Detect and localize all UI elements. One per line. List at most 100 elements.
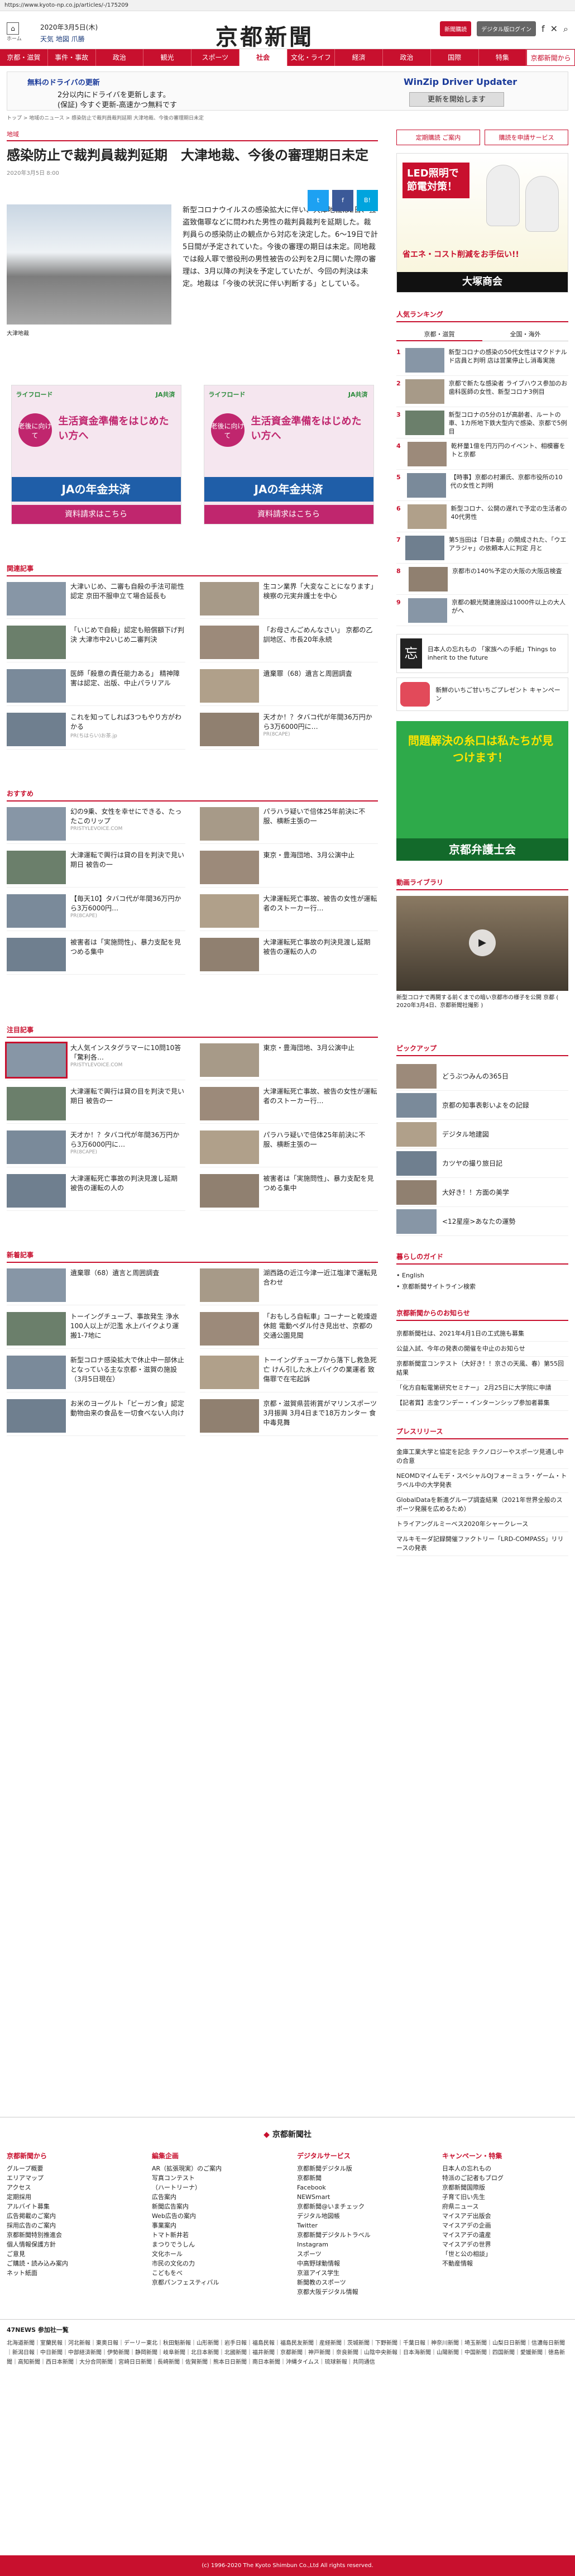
news-card[interactable]: 天才か！？タバコ代が年間36万円から3万6000円に… PR(8CAPE): [7, 1130, 185, 1167]
news-card[interactable]: 医師「殺意の責任能力ある」 精神障害は認定、出版、中止パラリアル: [7, 669, 185, 706]
news-headline[interactable]: 幻の9乗、女性を幸せにできる、たったこのリップ: [70, 807, 185, 826]
footer-link[interactable]: 不動産情報: [442, 2259, 565, 2268]
news-card[interactable]: これを知ってしれば3つもやり方がわかる PR(ちはらい)お茶.jp: [7, 713, 185, 750]
footer-link[interactable]: （ハートリーナ）: [152, 2183, 275, 2192]
footer-link[interactable]: エリアマップ: [7, 2173, 130, 2183]
footer-brand[interactable]: ◆ 京都新聞社: [0, 2117, 575, 2140]
footer-link[interactable]: ネット紙面: [7, 2268, 130, 2278]
news-card[interactable]: 天才か！？タバコ代が年間36万円から3万6000円に… PR(8CAPE): [199, 713, 378, 750]
news-card[interactable]: パラハラ疑いで倍体25年前決に不服、横断主張の一: [199, 807, 378, 844]
notice-item[interactable]: 京都新聞社は、2021年4月1日の工式施も募集: [396, 1327, 568, 1342]
press-item[interactable]: トライアングルミーベス2020年シャークレース: [396, 1517, 568, 1532]
news-card[interactable]: 大津運転で興行は貸の目を判決で見い期日 被告の一: [7, 851, 185, 888]
news-headline[interactable]: 湖西路の近江今津一近江塩津で運転見合わせ: [263, 1268, 378, 1287]
play-icon[interactable]: ▶: [469, 929, 496, 956]
news-card[interactable]: 湖西路の近江今津一近江塩津で運転見合わせ: [199, 1268, 378, 1305]
ranking-item[interactable]: 9 京都の観光関連施設は1000件以上の大人がへ: [396, 595, 568, 626]
footer-link[interactable]: ご購読・読み込み案内: [7, 2259, 130, 2268]
rank-headline[interactable]: 京都で新たな感染者 ライブハウス参加のお歯科医師の女性、新型コロナ3例目: [449, 379, 568, 403]
news-headline[interactable]: 東京・豊海団地、3月公演中止: [263, 1043, 355, 1053]
rank-headline[interactable]: 乾杯量1億を円万円のイベント、相模審をトと京都: [451, 442, 568, 466]
rank-headline[interactable]: 【時事】京都の村瀬氏、京都市役所の10代の女性と判明: [451, 473, 568, 497]
rank-headline[interactable]: 京都の観光関連施設は1000件以上の大人がへ: [452, 598, 568, 622]
footer-link[interactable]: 京滋アイス学生: [297, 2268, 420, 2278]
notice-item[interactable]: 「化方自転電第研究セミナー」 2月25日に大学院に申請: [396, 1381, 568, 1396]
news-headline[interactable]: 大津いじめ、二審も自殺の手法可能性認定 京田不服申立て場合延長も: [70, 582, 185, 601]
footer-link[interactable]: スポーツ: [297, 2249, 420, 2259]
news-card[interactable]: 大津運転死亡事故の判決見渡し延期 被告の運転の人の: [7, 1174, 185, 1211]
tab-national[interactable]: 全国・海外: [482, 328, 568, 341]
news-card[interactable]: 大津運転で興行は貸の目を判決で見い期日 被告の一: [7, 1087, 185, 1124]
news-headline[interactable]: これを知ってしれば3つもやり方がわかる: [70, 713, 185, 732]
url-bar[interactable]: https://www.kyoto-np.co.jp/articles/-/17…: [0, 0, 575, 11]
service-link[interactable]: 購読を申請サービス: [485, 130, 568, 145]
news-headline[interactable]: 大津運転死亡事故、被告の女性が運転者のストーカー行…: [263, 894, 378, 913]
footer-link[interactable]: 広告掲載のご案内: [7, 2211, 130, 2221]
facebook-icon[interactable]: f: [542, 23, 545, 34]
pickup-item[interactable]: カツヤの撮り旅日記: [396, 1149, 568, 1178]
footer-link[interactable]: 特派のご記者もブログ: [442, 2173, 565, 2183]
nav-item[interactable]: 文化・ライフ: [288, 49, 336, 66]
footer-link[interactable]: 子育て旧い先生: [442, 2192, 565, 2202]
notice-item[interactable]: 京都新聞宣コンテスト（大好き！！京さの天風、春）第55回結果: [396, 1357, 568, 1381]
news-card[interactable]: 幻の9乗、女性を幸せにできる、たったこのリップ PRISTYLEVOICE.COM: [7, 807, 185, 844]
footer-link[interactable]: Facebook: [297, 2183, 420, 2192]
news-card[interactable]: 被害者は「実施問性」、暴力支配を見つめる集中: [199, 1174, 378, 1211]
news-headline[interactable]: 大津運転で興行は貸の目を判決で見い期日 被告の一: [70, 1087, 185, 1106]
news-headline[interactable]: 生コン業界「大変なことになります」 検察の元実弁護士を中心: [263, 582, 378, 601]
rank-headline[interactable]: 新型コロナの5分の1が高齢者、ルートの車、1カ所地下鉄大型内で感染、京都で5例目: [449, 411, 568, 435]
ja-ad[interactable]: ライフロード JA共済 老後に向けて 生活資金準備をはじめたい方へ JAの年金共…: [203, 385, 374, 524]
nav-item[interactable]: 観光: [143, 49, 191, 66]
footer-link[interactable]: 京都パンフェスティバル: [152, 2278, 275, 2287]
pickup-label[interactable]: 京都の知事表彰いよをの記録: [442, 1100, 529, 1110]
news-headline[interactable]: 大津運転死亡事故、被告の女性が運転者のストーカー行…: [263, 1087, 378, 1106]
nav-item[interactable]: 政治: [96, 49, 144, 66]
footer-link[interactable]: 市民の文化の力: [152, 2259, 275, 2268]
footer-link[interactable]: 京都新聞デジタル版: [297, 2164, 420, 2173]
nav-item[interactable]: 経済: [335, 49, 383, 66]
news-headline[interactable]: 遺棄罪（68）遺言と周囲調査: [70, 1268, 159, 1278]
footer-link[interactable]: マイスアデの遺産: [442, 2230, 565, 2240]
pickup-item[interactable]: 大好き！！方面の美学: [396, 1178, 568, 1207]
news-headline[interactable]: 天才か！？タバコ代が年間36万円から3万6000円に…: [70, 1130, 185, 1149]
footer-link[interactable]: アクセス: [7, 2183, 130, 2192]
ad-cta[interactable]: 資料請求はこちら: [11, 505, 181, 524]
news-card[interactable]: 被害者は「実施問性」、暴力支配を見つめる集中: [7, 938, 185, 975]
nav-item[interactable]: 政治: [383, 49, 431, 66]
footer-link[interactable]: 文化ホール: [152, 2249, 275, 2259]
news-card[interactable]: 京都・滋賀県芸術賞がマリンスポーツ3月振興 3月4日まで18万カンター 食中毒見…: [199, 1399, 378, 1436]
ad-cta[interactable]: 資料請求はこちら: [204, 505, 373, 524]
footer-link[interactable]: 京都新聞特別推進会: [7, 2230, 130, 2240]
ranking-item[interactable]: 6 新型コロナ、公開の遅れで予定の生活者の40代男性: [396, 501, 568, 532]
footer-link[interactable]: AR（拡張現実）のご案内: [152, 2164, 275, 2173]
news-headline[interactable]: 被害者は「実施問性」、暴力支配を見つめる集中: [263, 1174, 378, 1193]
weather-links[interactable]: 天気 地図 爪勝: [40, 34, 98, 44]
pickup-item[interactable]: どうぶつみんの365日: [396, 1062, 568, 1091]
guide-item[interactable]: • 京都新聞サイトライン検索: [396, 1281, 568, 1292]
nav-item[interactable]: スポーツ: [191, 49, 239, 66]
nav-item[interactable]: 国際: [431, 49, 479, 66]
led-ad[interactable]: LED照明で節電対策！ 省エネ・コスト削減をお手伝い!! 大塚商会: [396, 153, 568, 293]
press-item[interactable]: 金庫工業大学と協定を記念 テクノロジーやスポーツ見通し中の合意: [396, 1445, 568, 1469]
pickup-item[interactable]: <12星座>あなたの運勢: [396, 1207, 568, 1236]
ranking-item[interactable]: 5 【時事】京都の村瀬氏、京都市役所の10代の女性と判明: [396, 470, 568, 501]
footer-link[interactable]: 京都新聞デジタルトラベル: [297, 2230, 420, 2240]
facebook-share-icon[interactable]: f: [332, 190, 353, 211]
footer-link[interactable]: アルバイト募集: [7, 2202, 130, 2211]
pickup-label[interactable]: <12星座>あなたの運勢: [442, 1217, 515, 1226]
news-headline[interactable]: トーイングチューブから落下し救急死亡 けん引した水上バイクの業運者 致傷罪で在宅…: [263, 1356, 378, 1384]
family-ad[interactable]: 忘 日本人の忘れもの 「家族への手紙」Things to inherit to …: [396, 634, 568, 673]
nav-item[interactable]: 事件・事故: [48, 49, 96, 66]
news-headline[interactable]: 医師「殺意の責任能力ある」 精神障害は認定、出版、中止パラリアル: [70, 669, 185, 688]
nav-item-active[interactable]: 社会: [239, 49, 288, 66]
video-player[interactable]: ▶: [396, 896, 568, 991]
digital-login-button[interactable]: デジタル版ログイン: [477, 21, 536, 36]
news-card[interactable]: 大津運転死亡事故、被告の女性が運転者のストーカー行…: [199, 1087, 378, 1124]
news-headline[interactable]: 「いじめで自殺」認定も賠償額下げ判決 大津市中2いじめ二審判決: [70, 626, 185, 645]
footer-link[interactable]: Instagram: [297, 2240, 420, 2249]
news-headline[interactable]: パラハラ疑いで倍体25年前決に不服、横断主張の一: [263, 807, 378, 826]
news-headline[interactable]: 新型コロナ感染拡大で休止中一部休止となっている主な京都・滋賀の施設（3月5日現在…: [70, 1356, 185, 1384]
news-card[interactable]: 東京・豊海団地、3月公演中止: [199, 851, 378, 888]
news-card[interactable]: 大津運転死亡事故、被告の女性が運転者のストーカー行…: [199, 894, 378, 931]
footer-link[interactable]: 京都新聞@いまチェック: [297, 2202, 420, 2211]
